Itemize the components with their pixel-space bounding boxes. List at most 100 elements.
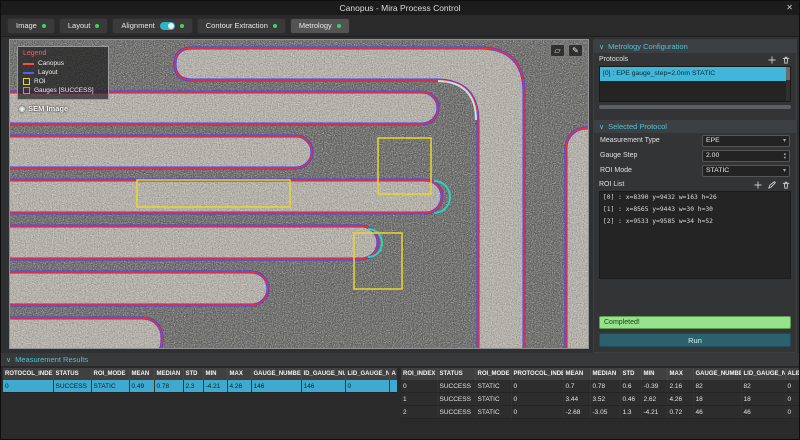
table-row[interactable]: 0 SUCCESS STATIC 0.49 0.78 2.3 -4.21 4.26 146 146… <box>3 380 397 393</box>
table-cell: 0 <box>345 380 390 393</box>
roi-list-row: ROI List <box>594 178 796 191</box>
table-row[interactable]: 2 SUCCESS STATIC 0 -2.68 -3.05 1.3 -4.21 0.72 46 4… <box>401 405 799 419</box>
table-cell: -3.05 <box>590 405 621 419</box>
column-header-std[interactable]: STD <box>183 368 204 380</box>
column-header-mean[interactable]: MEAN <box>129 368 155 380</box>
status-bar: Completed! <box>599 316 791 329</box>
column-header-gauge-number[interactable]: GAUGE_NUMBER <box>693 368 742 380</box>
edit-roi-button[interactable] <box>766 179 777 190</box>
column-header-gauge-number[interactable]: GAUGE_NUMBER <box>251 368 302 380</box>
column-header-id-gauge-numi[interactable]: ID_GAUGE_NUMI <box>301 368 346 380</box>
table-cell: 18 <box>693 392 742 406</box>
table-cell: -4.21 <box>203 380 228 393</box>
column-header-protocol-index[interactable]: PROTOCOL_INDEX <box>511 368 564 380</box>
status-dot <box>179 23 184 28</box>
table-cell: SUCCESS <box>437 405 476 419</box>
tab-label: Layout <box>67 21 91 30</box>
column-header-std[interactable]: STD <box>620 368 642 380</box>
close-icon[interactable]: ✕ <box>786 1 793 15</box>
titlebar: Canopus - Mira Process Control ✕ <box>1 1 799 15</box>
alignment-toggle[interactable] <box>159 21 175 30</box>
tab-label: Contour Extraction <box>205 21 268 30</box>
line-swatch <box>23 71 34 74</box>
results-header[interactable]: ∨ Measurement Results <box>1 353 799 366</box>
measurement-type-label: Measurement Type <box>600 137 660 144</box>
header-row: ROTOCOL_INDE▾STATUSROI_MODEMEANMEDIANSTD… <box>3 368 397 380</box>
column-header-min[interactable]: MIN <box>641 368 668 380</box>
delete-roi-button[interactable] <box>780 179 791 190</box>
selected-protocol-header[interactable]: ∨ Selected Protocol <box>594 120 796 133</box>
column-header-lid-gauge-numb[interactable]: LID_GAUGE_NUMB <box>741 368 786 380</box>
column-header-lid-gauge-num[interactable]: LID_GAUGE_NUM <box>345 368 390 380</box>
scrollbar[interactable] <box>786 67 790 101</box>
roi-list[interactable]: [0] : x=8390 y=9432 w=163 h=26 [1] : x=85… <box>599 191 791 279</box>
results-table: ROTOCOL_INDE▾STATUSROI_MODEMEANMEDIANSTD… <box>3 368 397 393</box>
box-swatch <box>23 78 30 85</box>
spin-down-icon[interactable]: ▾ <box>784 155 786 160</box>
table-row[interactable]: 1 SUCCESS STATIC 0 3.44 3.52 0.46 2.62 4.26 18 18 0 <box>401 392 799 406</box>
gauge-step-input[interactable]: 2.00 ▴ ▾ <box>702 149 790 162</box>
tab-layout[interactable]: Layout <box>58 17 109 34</box>
spinner-buttons[interactable]: ▴ ▾ <box>784 151 786 160</box>
column-header-median[interactable]: MEDIAN <box>590 368 621 380</box>
gauge-step-value: 2.00 <box>706 152 720 159</box>
chevron-down-icon: ▾ <box>782 168 786 174</box>
roi-item[interactable]: [1] : x=8565 y=9443 w=30 h=30 <box>600 204 790 216</box>
column-header-alid[interactable]: ALID <box>785 368 799 380</box>
roi-item[interactable]: [2] : x=9533 y=9585 w=34 h=52 <box>600 216 790 228</box>
sem-viewer[interactable]: Legend Canopus Layout ROI Gauges [SUCCESS] … <box>9 39 589 349</box>
table-cell: -4.21 <box>641 405 668 419</box>
add-protocol-button[interactable] <box>766 54 777 65</box>
column-header-max[interactable]: MAX <box>227 368 252 380</box>
table-cell: 4.26 <box>227 380 252 393</box>
column-header-roi-mode[interactable]: ROI_MODE <box>91 368 130 380</box>
column-header-status[interactable]: STATUS <box>437 368 476 380</box>
tab-contour-extraction[interactable]: Contour Extraction <box>196 17 286 34</box>
sem-image-label: ◉ SEM Image <box>19 104 68 113</box>
table-cell: SUCCESS <box>53 380 92 393</box>
table-cell: 2.3 <box>183 380 204 393</box>
table-cell: 0.49 <box>129 380 155 393</box>
roi-results-table: ROI_INDEX▾STATUSROI_MODEPROTOCOL_INDEXME… <box>401 368 799 419</box>
delete-protocol-button[interactable] <box>780 54 791 65</box>
chevron-down-icon: ▾ <box>782 138 786 144</box>
protocols-list[interactable]: [0] : EPE gauge_step=2.0nm STATIC <box>599 66 791 102</box>
eraser-tool[interactable]: ▱ <box>550 44 565 57</box>
table-cell: 4.26 <box>667 392 694 406</box>
table-cell: SUCCESS <box>437 392 476 406</box>
legend-item-layout: Layout <box>23 68 103 77</box>
table-cell: 0 <box>3 380 54 393</box>
tab-alignment[interactable]: Alignment <box>112 17 193 34</box>
table-cell: 0 <box>511 405 564 419</box>
table-cell: 0 <box>511 392 564 406</box>
table-cell: 3.52 <box>590 392 621 406</box>
run-button[interactable]: Run <box>599 333 791 347</box>
table-cell: -0.39 <box>641 380 668 393</box>
column-header-max[interactable]: MAX <box>667 368 694 380</box>
table-row[interactable]: 0 SUCCESS STATIC 0 0.7 0.78 0.6 -0.39 2.16 82 82 0 <box>401 380 799 393</box>
column-header-roi-mode[interactable]: ROI_MODE <box>475 368 512 380</box>
status-dot <box>272 23 277 28</box>
table-cell: 0 <box>785 392 799 406</box>
table-cell: 0.6 <box>620 380 642 393</box>
column-header-rotocol-inde[interactable]: ROTOCOL_INDE▾ <box>3 368 54 380</box>
column-header-status[interactable]: STATUS <box>53 368 92 380</box>
metrology-config-header[interactable]: ∨ Metrology Configuration <box>594 40 796 53</box>
column-header-min[interactable]: MIN <box>203 368 228 380</box>
tab-metrology[interactable]: Metrology <box>289 17 350 34</box>
column-header-roi-index[interactable]: ROI_INDEX▾ <box>401 368 438 380</box>
pen-tool[interactable]: ✎ <box>568 44 583 57</box>
table-cell: 2 <box>401 405 438 419</box>
protocol-item[interactable]: [0] : EPE gauge_step=2.0nm STATIC <box>600 67 790 81</box>
column-header-mean[interactable]: MEAN <box>563 368 591 380</box>
window-title: Canopus - Mira Process Control <box>339 3 461 13</box>
splitter-handle[interactable] <box>599 105 791 109</box>
tab-image[interactable]: Image <box>7 17 55 34</box>
column-header-median[interactable]: MEDIAN <box>154 368 184 380</box>
column-header-a[interactable]: A <box>389 368 397 380</box>
measurement-type-select[interactable]: EPE ▾ <box>702 134 790 147</box>
sem-image-text: SEM Image <box>28 104 69 113</box>
roi-item[interactable]: [0] : x=8390 y=9432 w=163 h=26 <box>600 192 790 204</box>
roi-mode-select[interactable]: STATIC ▾ <box>702 164 790 177</box>
add-roi-button[interactable] <box>752 179 763 190</box>
